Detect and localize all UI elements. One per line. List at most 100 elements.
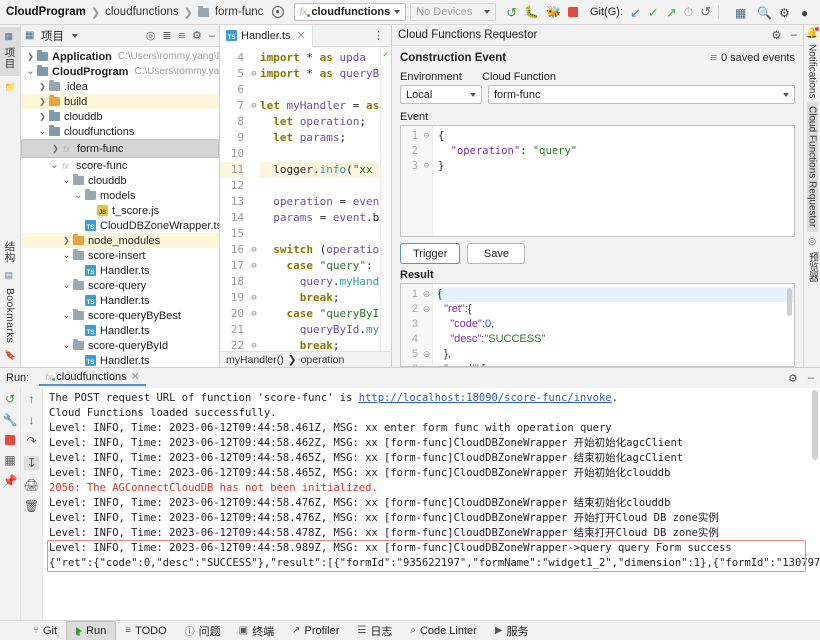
settings-wrench-icon[interactable]: 🔧 [3,414,18,426]
editor-line[interactable]: switch (operation [260,242,380,258]
device-selector[interactable]: No Devices [410,3,497,21]
editor-line[interactable]: query.myHandl [260,274,380,290]
json-line[interactable]: "result":[ [438,362,794,366]
tree-item-application[interactable]: ❯ Application C:\Users\rommy.yang\Dev [21,49,219,64]
editor-fold-marker[interactable]: ⊖ [248,98,260,114]
status-bar-item--[interactable]: ☰ 日志 [348,621,401,640]
editor-tab-handler-ts[interactable]: TS Handler.ts ✕ [220,24,313,47]
editor-line[interactable]: break; [260,338,380,351]
hide-panel-icon[interactable]: – [808,372,814,384]
chevron-right-icon[interactable]: ❯ [37,97,48,106]
run-tab-cloudfunctions[interactable]: fx cloudfunctions ✕ [39,370,146,386]
status-bar-item-code-linter[interactable]: ⌕ Code Linter [401,621,485,640]
editor-line[interactable]: let operation; [260,114,380,130]
editor-fold-column[interactable]: ⊖⊖⊖⊖⊖⊖⊖⊖ [248,47,260,351]
scroll-to-end-icon[interactable]: ↧ [24,456,39,470]
tree-item--idea[interactable]: ❯ .idea [21,79,219,94]
status-bar-item-git[interactable]: ⑂ Git [24,621,66,640]
debug-icon[interactable]: 🐛 [524,5,539,19]
close-icon[interactable]: ✕ [297,29,306,42]
status-bar-item--[interactable]: ▣ 终端 [230,621,283,640]
chevron-down-icon[interactable]: ⌄ [61,175,72,186]
json-fold-marker[interactable] [421,317,432,332]
editor-breadcrumb-1[interactable]: operation [301,354,345,366]
tree-item-models[interactable]: ⌄ models [21,188,219,203]
rail-project-button[interactable]: ▦ 项目 [0,27,21,76]
chevron-right-icon[interactable]: ❯ [61,236,72,245]
history-icon[interactable]: ⏱ [684,5,693,20]
editor-line[interactable] [260,82,380,98]
stop-icon[interactable] [5,435,15,445]
json-line[interactable]: "code":0, [438,317,794,332]
profile-icon[interactable]: 🐝 [546,5,561,19]
gear-icon[interactable] [271,6,284,18]
down-arrow-icon[interactable]: ↓ [29,414,35,426]
project-tree-list[interactable]: ❯ Application C:\Users\rommy.yang\Dev ⌄ Clou… [21,47,219,367]
tree-item-clouddbzonewrapper-ts[interactable]: TS CloudDBZoneWrapper.ts [21,218,219,233]
trigger-button[interactable]: Trigger [400,243,461,264]
editor-line[interactable]: params = event.bo [260,210,380,226]
tree-item-score-querybybest[interactable]: ⌄ score-queryByBest [21,308,219,323]
json-line[interactable]: { [438,129,794,144]
tree-item-clouddb[interactable]: ⌄ clouddb [21,173,219,188]
gear-icon[interactable]: ⚙ [192,29,202,42]
commit-icon[interactable]: ✓ [648,6,659,19]
gear-icon[interactable]: ⚙ [771,28,781,42]
result-json-viewer[interactable]: 1234567 ⊖⊖⊖⊖ { "ret":{ "code":0, "desc":… [400,283,795,367]
chevron-right-icon[interactable]: ❯ [37,112,48,121]
chevron-down-icon[interactable]: ⌄ [73,190,84,201]
editor-fold-marker[interactable]: ⊖ [248,258,260,274]
cloud-function-select[interactable]: form-func [488,85,795,104]
layout-icon[interactable]: ▦ [735,6,748,20]
tree-item-score-func[interactable]: ⌄ fx score-func [21,158,219,173]
editor-line[interactable]: operation = event [260,194,380,210]
event-json-text[interactable]: { "operation": "query"} [433,126,794,236]
editor-line[interactable] [260,146,380,162]
tree-item-handler-ts[interactable]: TS Handler.ts [21,323,219,338]
json-line[interactable]: "operation": "query" [438,144,794,159]
rail-notifications[interactable]: Notifications [807,40,818,102]
editor-line[interactable]: logger.info("xx e [260,162,380,178]
chevron-down-icon[interactable] [72,33,78,38]
editor-fold-marker[interactable] [248,178,260,194]
chevron-right-icon[interactable]: ❯ [37,82,48,91]
editor-line[interactable]: import * as queryBy [260,66,380,82]
rail-bookmarks-label[interactable]: Bookmarks [4,285,16,346]
json-fold-marker[interactable]: ⊖ [421,287,432,302]
run-configuration-selector[interactable]: fx cloudfunctions [293,3,407,21]
chevron-right-icon[interactable]: ❯ [50,144,61,153]
soft-wrap-icon[interactable]: ↷ [26,435,36,447]
tree-item-cloudfunctions[interactable]: ⌄ cloudfunctions [21,124,219,139]
chevron-down-icon[interactable]: ⌄ [61,310,72,321]
editor-fold-marker[interactable] [248,162,260,178]
tree-item-score-querybyid[interactable]: ⌄ score-queryById [21,338,219,353]
editor-fold-marker[interactable] [248,130,260,146]
rail-preview[interactable]: 预览器 [805,248,820,286]
json-line[interactable]: "desc":"SUCCESS" [438,332,794,347]
editor-line[interactable] [260,226,380,242]
account-icon[interactable]: ● [801,6,814,20]
editor-line[interactable] [260,178,380,194]
tree-item-score-insert[interactable]: ⌄ score-insert [21,248,219,263]
editor-marker-gutter[interactable]: ✓ [380,47,391,351]
up-arrow-icon[interactable]: ↑ [29,393,35,405]
editor-code-text[interactable]: import * as updaimport * as queryBy let m… [260,47,380,351]
tree-item-clouddb[interactable]: ❯ clouddb [21,109,219,124]
gear-icon[interactable]: ⚙ [788,372,798,385]
tree-item-handler-ts[interactable]: TS Handler.ts [21,263,219,278]
push-icon[interactable]: ↗ [666,6,677,19]
tree-item-form-func[interactable]: ❯ fx form-func [21,139,219,158]
tree-item-build[interactable]: ❯ build [21,94,219,109]
saved-events[interactable]: ≡ 0 saved events [711,52,795,64]
editor-fold-marker[interactable] [248,194,260,210]
editor-fold-marker[interactable]: ⊖ [248,66,260,82]
close-icon[interactable]: ✕ [131,370,140,383]
editor-fold-marker[interactable] [248,146,260,162]
editor-line[interactable]: break; [260,290,380,306]
editor-fold-marker[interactable] [248,274,260,290]
json-line[interactable]: "ret":{ [438,302,794,317]
pin-icon[interactable]: 📌 [3,475,18,487]
json-fold-marker[interactable]: ⊖ [421,347,432,362]
editor-fold-marker[interactable] [248,114,260,130]
editor-line[interactable]: case "queryById [260,306,381,322]
